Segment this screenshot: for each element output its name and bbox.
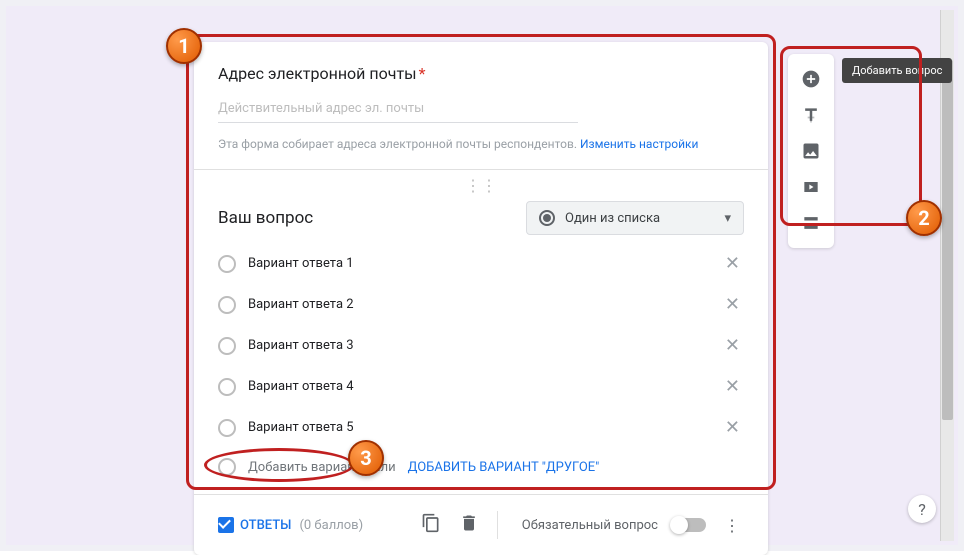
duplicate-icon[interactable] <box>415 507 447 543</box>
help-icon[interactable]: ? <box>908 495 936 523</box>
required-toggle[interactable] <box>672 518 706 532</box>
scrollbar[interactable] <box>940 10 954 541</box>
badge-2: 2 <box>906 200 942 236</box>
answer-key-button[interactable]: ОТВЕТЫ <box>218 517 291 533</box>
callout-3 <box>204 448 354 482</box>
points-label: (0 баллов) <box>299 518 363 533</box>
required-label: Обязательный вопрос <box>522 518 658 533</box>
badge-3: 3 <box>348 440 384 476</box>
more-icon[interactable]: ⋮ <box>720 512 744 539</box>
check-icon <box>218 517 234 533</box>
callout-1 <box>186 34 776 490</box>
callout-2 <box>780 46 922 226</box>
delete-icon[interactable] <box>453 507 485 543</box>
badge-1: 1 <box>166 28 202 64</box>
